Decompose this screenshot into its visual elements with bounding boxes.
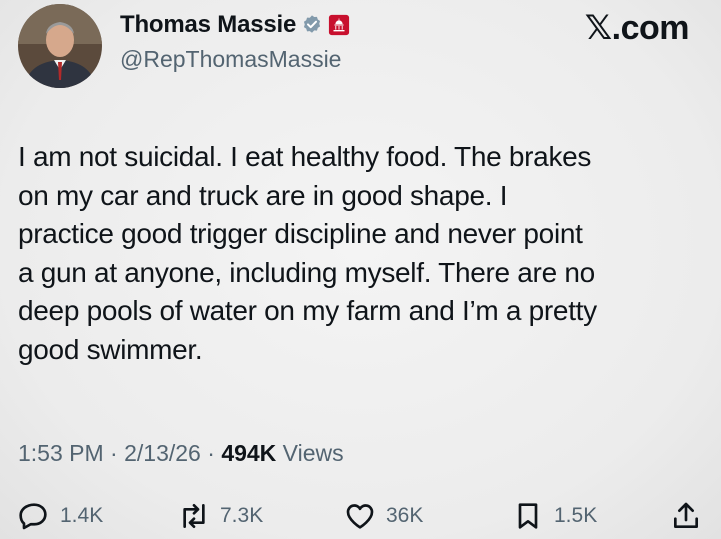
like-count: 36K — [386, 504, 424, 527]
views-label: Views — [276, 440, 344, 466]
post-text-line: on my car and truck are in good shape. I — [18, 179, 508, 211]
bookmark-count: 1.5K — [554, 504, 598, 527]
repost-button[interactable]: 7.3K — [178, 500, 263, 532]
repost-icon — [183, 504, 205, 528]
post-date[interactable]: 2/13/26 — [124, 440, 201, 466]
share-button[interactable] — [670, 500, 702, 532]
repost-count: 7.3K — [220, 504, 264, 527]
author-name-row: Thomas Massie — [120, 11, 350, 39]
us-government-capitol-icon[interactable] — [328, 14, 350, 36]
meta-separator: · — [200, 440, 222, 466]
post-time[interactable]: 1:53 PM — [18, 440, 104, 466]
like-button[interactable]: 36K — [344, 500, 423, 532]
reply-icon — [19, 503, 47, 530]
meta-separator: · — [103, 440, 125, 466]
post-action-bar: 1.4K 7.3K 36K 1.5K — [18, 500, 708, 536]
avatar-photo — [18, 4, 102, 88]
author-display-name[interactable]: Thomas Massie — [120, 11, 296, 39]
verified-badge-icon[interactable] — [301, 14, 323, 36]
bookmark-button[interactable]: 1.5K — [512, 500, 597, 532]
reply-button[interactable]: 1.4K — [18, 500, 103, 532]
author-handle[interactable]: @RepThomasMassie — [120, 46, 341, 73]
post-text-line: good swimmer. — [18, 333, 203, 365]
post-text-line: I am not suicidal. I eat healthy food. T… — [18, 141, 592, 172]
post-metadata: 1:53 PM · 2/13/26 · 494K Views — [18, 440, 344, 467]
author-avatar[interactable] — [18, 4, 102, 88]
view-count: 494K — [221, 440, 277, 466]
heart-icon — [346, 504, 374, 529]
post-text: I am not suicidal. I eat healthy food. T… — [18, 138, 710, 369]
post-text-line: a gun at anyone, including myself. There… — [18, 256, 595, 288]
share-icon — [674, 502, 698, 528]
post-text-line: deep pools of water on my farm and I’m a… — [18, 295, 597, 326]
bookmark-icon — [518, 503, 538, 529]
reply-count: 1.4K — [60, 504, 104, 527]
post-text-line: practice good trigger discipline and nev… — [18, 218, 583, 249]
x-com-brand: 𝕏.com — [584, 9, 690, 47]
